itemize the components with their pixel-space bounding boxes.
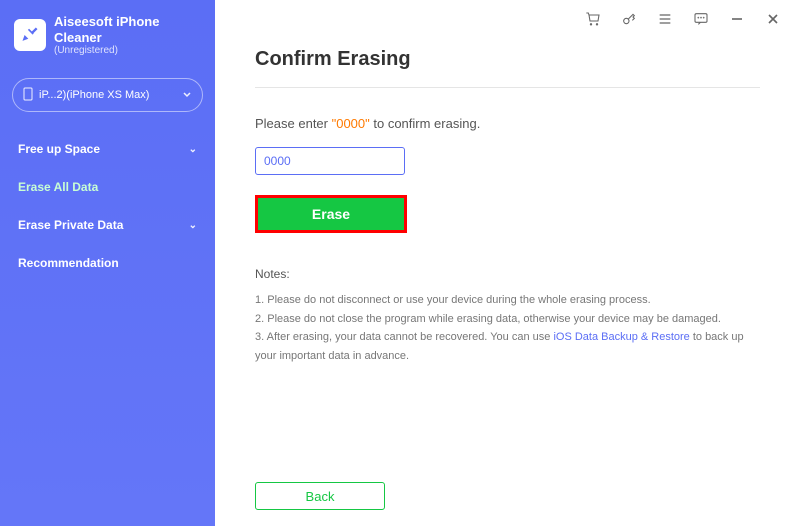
minimize-icon[interactable]	[728, 10, 746, 28]
divider	[255, 87, 760, 88]
note3-prefix: 3. After erasing, your data cannot be re…	[255, 331, 553, 343]
back-button[interactable]: Back	[255, 482, 385, 510]
chevron-down-icon: ⌄	[189, 144, 197, 155]
sidebar-nav: Free up Space ⌄ Erase All Data Erase Pri…	[0, 130, 215, 282]
note-item: 1. Please do not disconnect or use your …	[255, 291, 760, 310]
sidebar-item-free-up-space[interactable]: Free up Space ⌄	[0, 130, 215, 168]
titlebar	[215, 0, 800, 38]
sidebar-item-label: Erase Private Data	[18, 218, 123, 232]
device-selector[interactable]: iP...2)(iPhone XS Max)	[12, 78, 203, 112]
device-label: iP...2)(iPhone XS Max)	[39, 89, 149, 101]
sidebar-item-label: Free up Space	[18, 142, 100, 156]
sidebar-item-label: Recommendation	[18, 256, 119, 270]
content: Confirm Erasing Please enter "0000" to c…	[215, 38, 800, 526]
notes-list: 1. Please do not disconnect or use your …	[255, 291, 760, 366]
prompt-code: "0000"	[332, 116, 370, 131]
app-title: Aiseesoft iPhone Cleaner	[54, 14, 201, 45]
sidebar-item-recommendation[interactable]: Recommendation	[0, 244, 215, 282]
phone-icon	[23, 87, 33, 104]
erase-highlight: Erase	[255, 195, 407, 233]
chevron-down-icon: ⌄	[189, 220, 197, 231]
sidebar-item-erase-private-data[interactable]: Erase Private Data ⌄	[0, 206, 215, 244]
app-logo	[14, 19, 46, 51]
sidebar-item-erase-all-data[interactable]: Erase All Data	[0, 168, 215, 206]
feedback-icon[interactable]	[692, 10, 710, 28]
app-header: Aiseesoft iPhone Cleaner (Unregistered)	[0, 14, 215, 70]
chevron-down-icon	[182, 89, 192, 102]
prompt-prefix: Please enter	[255, 116, 332, 131]
close-icon[interactable]	[764, 10, 782, 28]
erase-button[interactable]: Erase	[258, 198, 404, 230]
backup-restore-link[interactable]: iOS Data Backup & Restore	[553, 331, 689, 343]
notes-title: Notes:	[255, 267, 760, 281]
note-item: 3. After erasing, your data cannot be re…	[255, 328, 760, 365]
confirm-prompt: Please enter "0000" to confirm erasing.	[255, 116, 760, 131]
cart-icon[interactable]	[584, 10, 602, 28]
sidebar-item-label: Erase All Data	[18, 180, 98, 194]
app-status: (Unregistered)	[54, 45, 201, 56]
note-item: 2. Please do not close the program while…	[255, 310, 760, 329]
key-icon[interactable]	[620, 10, 638, 28]
sidebar: Aiseesoft iPhone Cleaner (Unregistered) …	[0, 0, 215, 526]
prompt-suffix: to confirm erasing.	[370, 116, 481, 131]
menu-icon[interactable]	[656, 10, 674, 28]
main-area: Confirm Erasing Please enter "0000" to c…	[215, 0, 800, 526]
confirm-code-input[interactable]	[255, 147, 405, 175]
page-title: Confirm Erasing	[255, 48, 760, 71]
